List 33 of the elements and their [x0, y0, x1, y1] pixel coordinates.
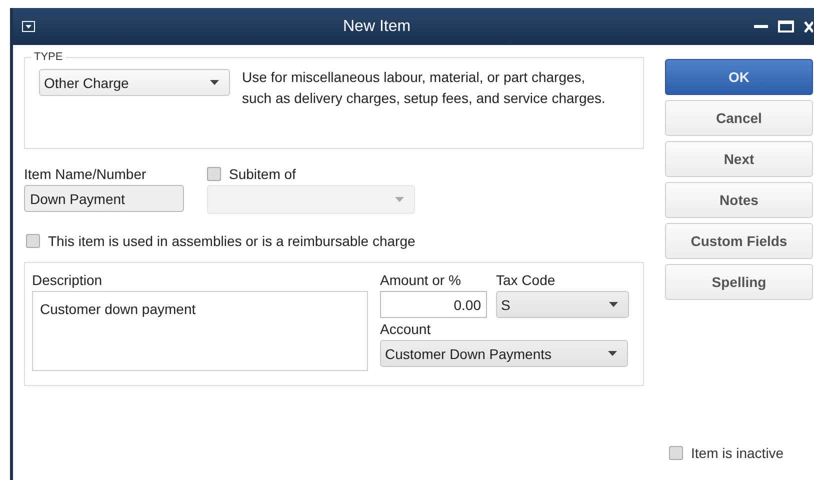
amount-field[interactable]: 0.00	[380, 291, 487, 318]
field-label: Amount or %	[380, 271, 462, 290]
checkbox[interactable]	[669, 446, 683, 460]
minimize-icon[interactable]	[754, 24, 768, 28]
field-label: Tax Code	[496, 271, 556, 290]
checkbox-label: Subitem of	[229, 165, 296, 184]
type-dropdown[interactable]: Other Charge	[39, 69, 230, 96]
caret-icon	[609, 302, 618, 307]
caret-icon	[395, 197, 404, 202]
dialog-button[interactable]: OK	[665, 59, 813, 95]
dialog-button[interactable]: Spelling	[665, 264, 813, 300]
caret-icon	[210, 80, 219, 85]
checkbox-label: This item is used in assemblies or is a reimbursable charge	[48, 232, 416, 251]
maximize-icon[interactable]	[778, 20, 794, 33]
item-name-field[interactable]: Down Payment	[24, 185, 184, 212]
account-dropdown[interactable]: Customer Down Payments	[380, 340, 628, 367]
field-label: Account	[380, 320, 432, 339]
group-legend: TYPE	[31, 51, 66, 63]
field-label: Description	[32, 272, 102, 288]
dialog-button[interactable]: Custom Fields	[665, 223, 813, 259]
dialog-button[interactable]: Next	[665, 141, 813, 177]
checkbox-label: Item is inactive	[691, 444, 784, 463]
dialog-button[interactable]: Notes	[665, 182, 813, 218]
window-title: New Item	[343, 18, 411, 36]
type-description: Use for miscellaneous labour, material, or part charges, such as delivery charges, setup fees, and service charges.	[242, 68, 606, 108]
field-label: Item Name/Number	[24, 165, 148, 184]
caret-icon	[608, 351, 617, 356]
dialog-button[interactable]: Cancel	[665, 100, 813, 136]
close-icon[interactable]	[804, 20, 813, 32]
tax-code-dropdown[interactable]: S	[496, 291, 629, 318]
checkbox[interactable]	[26, 234, 40, 248]
system-menu-icon[interactable]	[22, 21, 35, 32]
description-field[interactable]: Customer down payment	[32, 291, 368, 371]
